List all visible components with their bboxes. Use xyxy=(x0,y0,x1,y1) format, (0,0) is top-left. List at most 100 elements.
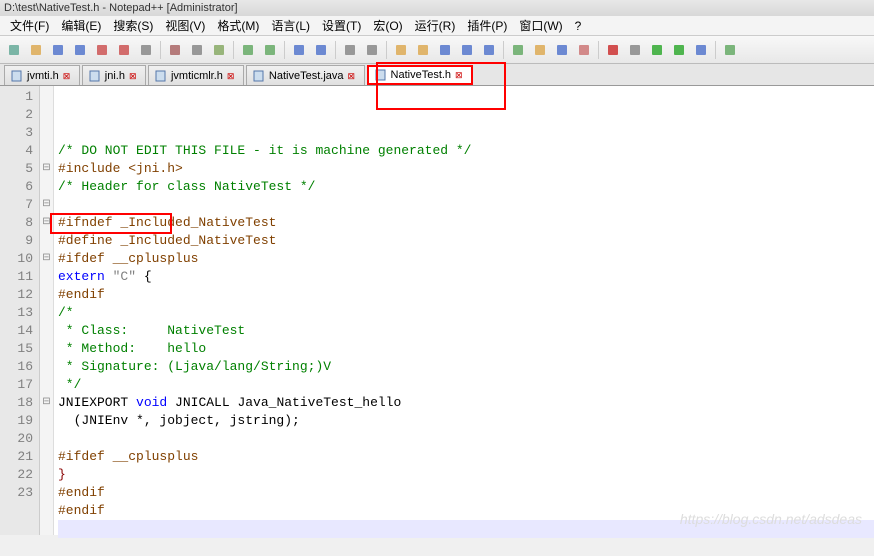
code-line[interactable] xyxy=(58,538,874,556)
code-line[interactable]: #ifdef __cplusplus xyxy=(58,250,874,268)
replay-icon[interactable] xyxy=(669,40,689,60)
find-icon[interactable] xyxy=(289,40,309,60)
cut-icon[interactable] xyxy=(165,40,185,60)
code-line[interactable]: * Method: hello xyxy=(58,340,874,358)
fold-marker[interactable]: ⊟ xyxy=(40,214,53,232)
fold-marker[interactable]: ⊟ xyxy=(40,196,53,214)
zoom-in-icon[interactable] xyxy=(340,40,360,60)
tab-label: jni.h xyxy=(105,70,125,82)
fold-marker[interactable]: ⊟ xyxy=(40,394,53,412)
code-line[interactable]: JNIEXPORT void JNICALL Java_NativeTest_h… xyxy=(58,394,874,412)
tab-jvmti-h[interactable]: jvmti.h⊠ xyxy=(4,65,80,85)
code-line[interactable]: /* DO NOT EDIT THIS FILE - it is machine… xyxy=(58,142,874,160)
print-icon[interactable] xyxy=(136,40,156,60)
open-file-icon[interactable] xyxy=(26,40,46,60)
code-line[interactable]: * Signature: (Ljava/lang/String;)V xyxy=(58,358,874,376)
paste-icon[interactable] xyxy=(209,40,229,60)
wrap-icon[interactable] xyxy=(435,40,455,60)
stop-icon[interactable] xyxy=(625,40,645,60)
code-line[interactable]: #ifndef _Included_NativeTest xyxy=(58,214,874,232)
line-number: 20 xyxy=(0,430,33,448)
tab-close-icon[interactable]: ⊠ xyxy=(63,71,73,81)
code-line[interactable]: /* xyxy=(58,304,874,322)
play-icon[interactable] xyxy=(647,40,667,60)
menu-file[interactable]: 文件(F) xyxy=(4,15,55,36)
indent-guide-icon[interactable] xyxy=(479,40,499,60)
line-number: 19 xyxy=(0,412,33,430)
copy-icon[interactable] xyxy=(187,40,207,60)
fold-marker xyxy=(40,466,53,484)
line-number: 7 xyxy=(0,196,33,214)
lang-icon[interactable] xyxy=(508,40,528,60)
code-line[interactable]: (JNIEnv *, jobject, jstring); xyxy=(58,412,874,430)
code-line[interactable]: */ xyxy=(58,376,874,394)
tab-jvmticmlr-h[interactable]: jvmticmlr.h ⊠ xyxy=(148,65,244,85)
spell-icon[interactable] xyxy=(720,40,740,60)
fold-marker xyxy=(40,484,53,502)
new-file-icon[interactable] xyxy=(4,40,24,60)
save-macro-icon[interactable] xyxy=(691,40,711,60)
code-line[interactable]: } xyxy=(58,466,874,484)
tab-NativeTest-java[interactable]: NativeTest.java⊠ xyxy=(246,65,365,85)
menu-settings[interactable]: 设置(T) xyxy=(316,15,367,36)
zoom-out-icon[interactable] xyxy=(362,40,382,60)
code-line[interactable]: #ifdef __cplusplus xyxy=(58,448,874,466)
menu-edit[interactable]: 编辑(E) xyxy=(55,15,107,36)
menu-help[interactable]: ? xyxy=(569,17,588,35)
code-line[interactable]: extern "C" { xyxy=(58,268,874,286)
fold-marker xyxy=(40,178,53,196)
code-line[interactable]: #include <jni.h> xyxy=(58,160,874,178)
tab-jni-h[interactable]: jni.h ⊠ xyxy=(82,65,146,85)
code-line[interactable] xyxy=(58,520,874,538)
tab-close-icon[interactable]: ⊠ xyxy=(455,70,465,80)
editor: 1234567891011121314151617181920212223 ⊟⊟… xyxy=(0,86,874,535)
menu-search[interactable]: 搜索(S) xyxy=(107,15,159,36)
replace-icon[interactable] xyxy=(311,40,331,60)
code-line[interactable]: #endif xyxy=(58,502,874,520)
sync-v-icon[interactable] xyxy=(391,40,411,60)
tab-close-icon[interactable]: ⊠ xyxy=(129,71,139,81)
fold-marker xyxy=(40,106,53,124)
menu-format[interactable]: 格式(M) xyxy=(211,15,265,36)
code-line[interactable]: #define _Included_NativeTest xyxy=(58,232,874,250)
menu-window[interactable]: 窗口(W) xyxy=(513,15,568,36)
fold-marker[interactable]: ⊟ xyxy=(40,160,53,178)
redo-icon[interactable] xyxy=(260,40,280,60)
code-line[interactable]: #endif xyxy=(58,484,874,502)
record-icon[interactable] xyxy=(603,40,623,60)
undo-icon[interactable] xyxy=(238,40,258,60)
menu-run[interactable]: 运行(R) xyxy=(409,15,462,36)
tab-label: NativeTest.h xyxy=(391,69,452,81)
code-area[interactable]: /* DO NOT EDIT THIS FILE - it is machine… xyxy=(54,86,874,535)
all-chars-icon[interactable] xyxy=(457,40,477,60)
save-all-icon[interactable] xyxy=(70,40,90,60)
tab-close-icon[interactable]: ⊠ xyxy=(227,71,237,81)
menu-macro[interactable]: 宏(O) xyxy=(367,15,408,36)
fold-gutter[interactable]: ⊟⊟⊟⊟⊟ xyxy=(40,86,54,535)
close-all-icon[interactable] xyxy=(114,40,134,60)
sync-h-icon[interactable] xyxy=(413,40,433,60)
file-icon xyxy=(253,70,265,82)
menu-view[interactable]: 视图(V) xyxy=(159,15,211,36)
code-line[interactable] xyxy=(58,196,874,214)
fold-marker[interactable]: ⊟ xyxy=(40,250,53,268)
menu-language[interactable]: 语言(L) xyxy=(265,15,316,36)
doc-map-icon[interactable] xyxy=(530,40,550,60)
menu-plugins[interactable]: 插件(P) xyxy=(461,15,513,36)
code-line[interactable]: * Class: NativeTest xyxy=(58,322,874,340)
code-line[interactable]: /* Header for class NativeTest */ xyxy=(58,178,874,196)
folder-icon[interactable] xyxy=(574,40,594,60)
tab-NativeTest-h[interactable]: NativeTest.h⊠ xyxy=(367,65,474,85)
code-line[interactable] xyxy=(58,430,874,448)
fold-marker xyxy=(40,124,53,142)
tab-label: jvmticmlr.h xyxy=(171,70,223,82)
close-icon[interactable] xyxy=(92,40,112,60)
fold-marker xyxy=(40,268,53,286)
menubar: 文件(F) 编辑(E) 搜索(S) 视图(V) 格式(M) 语言(L) 设置(T… xyxy=(0,16,874,36)
tab-close-icon[interactable]: ⊠ xyxy=(348,71,358,81)
code-line[interactable]: #endif xyxy=(58,286,874,304)
fold-marker xyxy=(40,430,53,448)
save-icon[interactable] xyxy=(48,40,68,60)
line-number: 8 xyxy=(0,214,33,232)
func-list-icon[interactable] xyxy=(552,40,572,60)
